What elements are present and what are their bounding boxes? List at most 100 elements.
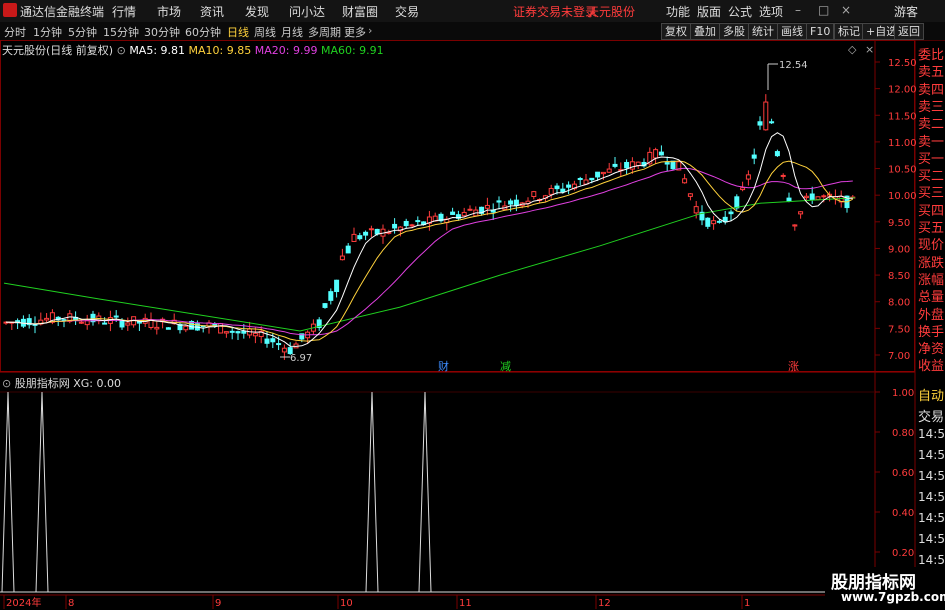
quote-label: 买五 (918, 221, 945, 236)
event-marker-finance[interactable]: 财 (438, 359, 449, 373)
auto-tab[interactable]: 自动 (918, 385, 945, 404)
price-tick-label: 10.00 (888, 191, 917, 202)
candle-body (229, 330, 235, 333)
title-bar: 通达信金融终端 行情 市场 资讯 发现 问小达 财富圈 交易 证券交易未登录 天… (0, 0, 945, 23)
mark-button[interactable]: 标记 (834, 23, 864, 40)
candle-body (566, 184, 572, 188)
indicator-tick-label: 0.20 (892, 548, 914, 559)
menu-wealth[interactable]: 财富圈 (342, 3, 378, 20)
candle-body (693, 206, 699, 214)
candle-body (757, 121, 763, 126)
settings-icon[interactable]: ⊙ (117, 44, 126, 57)
overlay-button[interactable]: 叠加 (690, 23, 720, 40)
ma20-line (5, 167, 853, 336)
candle-body (374, 228, 380, 235)
menu-quotes[interactable]: 行情 (112, 3, 136, 20)
multi-stock-button[interactable]: 多股 (719, 23, 749, 40)
candle-body (363, 231, 369, 236)
candle-body (769, 121, 775, 124)
menu-market[interactable]: 市场 (157, 3, 181, 20)
candle-body (798, 211, 804, 215)
menu-layout[interactable]: 版面 (697, 3, 721, 20)
chevron-right-icon[interactable]: › (368, 24, 372, 37)
f10-button[interactable]: F10 (806, 23, 835, 40)
quote-label: 卖四 (918, 82, 945, 98)
candle-body (734, 196, 740, 209)
period-more[interactable]: 更多 (344, 24, 366, 40)
close-icon[interactable]: × (841, 3, 851, 17)
indicator-tick-label: 0.60 (892, 468, 914, 479)
period-15min[interactable]: 15分钟 (103, 24, 139, 40)
menu-options[interactable]: 选项 (759, 3, 783, 20)
menu-ask[interactable]: 问小达 (289, 3, 325, 20)
period-monthly[interactable]: 月线 (281, 24, 303, 40)
period-weekly[interactable]: 周线 (254, 24, 276, 40)
statistics-button[interactable]: 统计 (748, 23, 778, 40)
candle-body (119, 320, 125, 328)
candle-body (241, 330, 247, 334)
time-axis-labels: 2024年 8 9 10 11 12 1 (3, 595, 750, 609)
quote-label: 换手 (918, 324, 945, 340)
tick-time: 14:56 (918, 553, 945, 567)
menu-discover[interactable]: 发现 (245, 3, 269, 20)
price-tick-label: 11.00 (888, 138, 917, 149)
candle-body (392, 223, 398, 229)
draw-line-button[interactable]: 画线 (777, 23, 807, 40)
trade-tab[interactable]: 交易 (918, 406, 945, 425)
high-price-label: 12.54 (779, 60, 808, 71)
candle-body (334, 279, 340, 293)
period-daily[interactable]: 日线 (227, 24, 249, 40)
kline-chart[interactable]: 12.54 6.97 财 减 涨 12.5012.0011.5011.0010.… (0, 40, 945, 609)
menu-formula[interactable]: 公式 (728, 3, 752, 20)
candle-body (531, 191, 537, 198)
restore-rights-button[interactable]: 复权 (661, 23, 691, 40)
back-button[interactable]: 返回 (894, 23, 924, 40)
candle-body (78, 321, 84, 324)
candle-body (763, 101, 769, 131)
candle-body (728, 211, 734, 215)
menu-functions[interactable]: 功能 (666, 3, 690, 20)
candle-body (629, 161, 635, 170)
event-marker-rise[interactable]: 涨 (788, 360, 799, 373)
candle-body (600, 171, 606, 175)
event-marker-reduce[interactable]: 减 (500, 360, 511, 373)
watermark: 股朋指标网 www.7gpzb.com (825, 567, 945, 610)
guest-user[interactable]: 游客 (894, 3, 918, 20)
candle-body (809, 193, 815, 201)
candle-body (223, 331, 229, 334)
ma5-legend: MA5: 9.81 (129, 44, 186, 57)
period-5min[interactable]: 5分钟 (68, 24, 97, 40)
ma10-line (5, 160, 854, 342)
candle-body (113, 315, 119, 318)
trade-login-notice[interactable]: 证券交易未登录 (513, 3, 597, 20)
candle-body (815, 196, 821, 201)
close-chart-icon[interactable]: × (865, 43, 874, 56)
maximize-icon[interactable]: □ (818, 3, 829, 17)
candle-body (281, 347, 287, 353)
diamond-icon[interactable]: ◇ (848, 43, 857, 56)
sub-chart-title: 股朋指标网 XG: 0.00 (14, 377, 121, 390)
candle-body (560, 188, 566, 193)
period-timeshare[interactable]: 分时 (4, 24, 26, 40)
time-tick-label: 10 (340, 598, 353, 609)
candle-body (670, 160, 676, 170)
candle-body (467, 208, 473, 211)
candle-body (235, 331, 241, 334)
time-tick-label: 9 (215, 598, 221, 609)
period-multi[interactable]: 多周期 (308, 24, 341, 40)
period-30min[interactable]: 30分钟 (144, 24, 180, 40)
quote-label: 卖五 (918, 65, 945, 81)
tick-time: 14:56 (918, 448, 945, 462)
settings-icon[interactable]: ⊙ (2, 377, 11, 390)
period-1min[interactable]: 1分钟 (33, 24, 62, 40)
indicator-tick-label: 0.40 (892, 508, 914, 519)
time-tick-label: 12 (598, 598, 611, 609)
menu-news[interactable]: 资讯 (200, 3, 224, 20)
minimize-icon[interactable]: – (795, 3, 801, 17)
period-60min[interactable]: 60分钟 (185, 24, 221, 40)
candle-body (786, 197, 792, 202)
ma5-line (5, 132, 853, 347)
menu-trade[interactable]: 交易 (395, 3, 419, 20)
candle-body (409, 224, 415, 227)
price-tick-label: 12.50 (888, 58, 917, 69)
